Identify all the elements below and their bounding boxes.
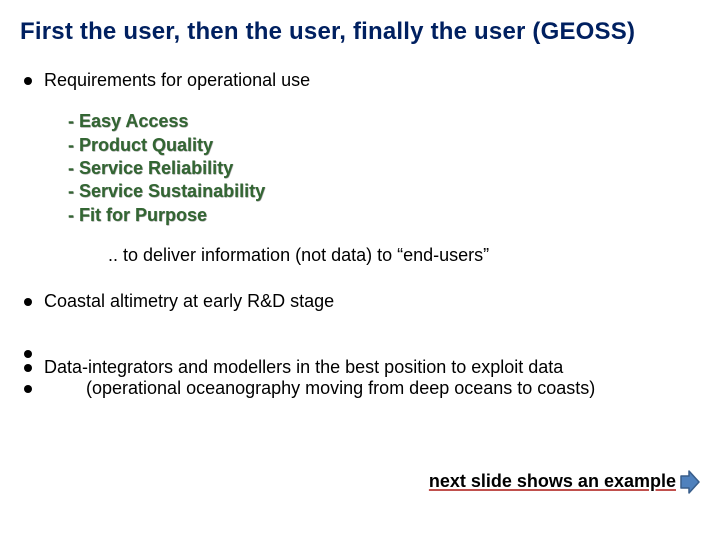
- next-slide-label: next slide shows an example: [429, 471, 676, 492]
- data-integrators-block: Data-integrators and modellers in the be…: [20, 342, 700, 401]
- bullet-coastal-text: Coastal altimetry at early R&D stage: [44, 290, 334, 313]
- requirements-list: - Easy Access - Product Quality - Servic…: [68, 110, 700, 227]
- arrow-right-icon: [680, 470, 700, 494]
- bullet-dot-icon: [24, 364, 32, 372]
- bullet-data-integrators-text: Data-integrators and modellers in the be…: [44, 356, 563, 379]
- requirement-item: - Easy Access: [68, 110, 700, 133]
- bullet-oceanography: (operational oceanography moving from de…: [24, 377, 700, 400]
- bullet-data-integrators: Data-integrators and modellers in the be…: [24, 356, 700, 379]
- bullet-dot-icon: [24, 385, 32, 393]
- requirement-item: - Fit for Purpose: [68, 204, 700, 227]
- bullet-dot-icon: [24, 298, 32, 306]
- requirement-item: - Product Quality: [68, 134, 700, 157]
- bullet-requirements: Requirements for operational use: [24, 69, 700, 92]
- requirement-item: - Service Reliability: [68, 157, 700, 180]
- slide-title: First the user, then the user, finally t…: [20, 18, 700, 47]
- bullet-dot-icon: [24, 77, 32, 85]
- bullet-oceanography-text: (operational oceanography moving from de…: [44, 377, 595, 400]
- requirement-item: - Service Sustainability: [68, 180, 700, 203]
- deliver-line: .. to deliver information (not data) to …: [108, 245, 700, 266]
- slide: First the user, then the user, finally t…: [0, 0, 720, 540]
- bullet-dot-icon: [24, 350, 32, 358]
- bullet-requirements-text: Requirements for operational use: [44, 69, 310, 92]
- bullet-coastal: Coastal altimetry at early R&D stage: [24, 290, 700, 313]
